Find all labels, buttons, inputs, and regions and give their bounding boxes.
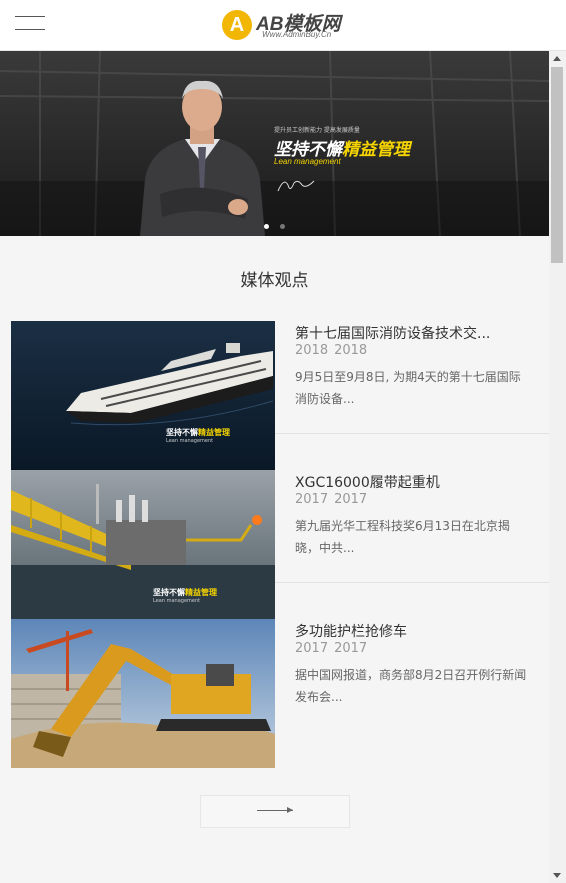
news-year-2: 2018 [334,343,368,358]
menu-line-bottom [15,29,45,30]
news-year-1: 2017 [295,492,329,507]
news-date: 2017 2017 [295,641,373,656]
news-item[interactable]: 坚持不懈精益管理 Lean management XGC16000履带起重机 2… [11,470,549,619]
news-date: 2017 2017 [295,492,373,507]
scroll-thumb[interactable] [551,67,563,263]
top-header: A AB模板网 Www.AdminBuy.Cn [0,0,566,51]
carousel-dots [264,214,296,233]
more-news-button[interactable] [200,795,350,828]
site-logo[interactable]: A AB模板网 Www.AdminBuy.Cn [222,8,352,42]
news-year-2: 2017 [334,492,368,507]
oil-platform-image [11,470,275,619]
cruise-ship-image [11,321,275,470]
caption-yellow: 精益管理 [198,428,230,437]
thumbnail-caption-english: Lean management [153,598,201,604]
businessman-image [140,80,265,236]
caption-white: 坚持不懈 [153,588,185,597]
vertical-scrollbar[interactable] [549,51,566,883]
banner-tagline: 提升员工创新能力 提高发展质量 [274,127,360,134]
news-title[interactable]: XGC16000履带起重机 [295,472,525,492]
thumbnail-caption: 坚持不懈精益管理 [166,427,230,438]
news-year-1: 2018 [295,343,329,358]
excavator-image [11,619,275,768]
news-summary: 9月5日至9月8日, 为期4天的第十七届国际消防设备... [295,370,521,406]
news-thumbnail[interactable] [11,619,275,768]
news-list: 坚持不懈精益管理 Lean management 第十七届国际消防设备技术交..… [11,321,549,768]
caption-yellow: 精益管理 [185,588,217,597]
news-item[interactable]: 坚持不懈精益管理 Lean management 第十七届国际消防设备技术交..… [11,321,549,470]
logo-subtitle: Www.AdminBuy.Cn [262,30,332,39]
news-title[interactable]: 第十七届国际消防设备技术交... [295,323,525,343]
news-item[interactable]: 多功能护栏抢修车 2017 2017 据中国网报道，商务部8月2日召开例行新闻发布… [11,619,549,768]
thumbnail-caption: 坚持不懈精益管理 [153,587,217,598]
menu-line-top [15,16,45,17]
news-title[interactable]: 多功能护栏抢修车 [295,621,525,641]
carousel-dot-1[interactable] [264,224,269,229]
news-summary: 据中国网报道，商务部8月2日召开例行新闻发布会... [295,668,527,704]
news-year-1: 2017 [295,641,329,656]
banner-headline-yellow: 精益管理 [342,140,410,160]
caption-white: 坚持不懈 [166,428,198,437]
hamburger-menu-icon[interactable] [15,16,45,32]
scroll-up-arrow-icon[interactable] [553,56,561,61]
hero-banner[interactable]: 提升员工创新能力 提高发展质量 坚持不懈精益管理 Lean management [0,51,549,236]
news-thumbnail[interactable]: 坚持不懈精益管理 Lean management [11,321,275,470]
logo-mark-icon: A [222,10,252,40]
banner-english-subtitle: Lean management [274,157,341,166]
news-summary: 第九届光华工程科技奖6月13日在北京揭晓，中共... [295,519,510,555]
news-year-2: 2017 [334,641,368,656]
thumbnail-caption-english: Lean management [166,438,214,444]
scroll-down-arrow-icon[interactable] [553,873,561,878]
arrow-right-icon [257,807,293,813]
news-divider [275,582,549,583]
section-title: 媒体观点 [240,271,309,291]
signature-icon [277,180,315,192]
carousel-dot-2[interactable] [280,224,285,229]
news-divider [275,433,549,434]
news-date: 2018 2018 [295,343,373,358]
news-thumbnail[interactable]: 坚持不懈精益管理 Lean management [11,470,275,619]
